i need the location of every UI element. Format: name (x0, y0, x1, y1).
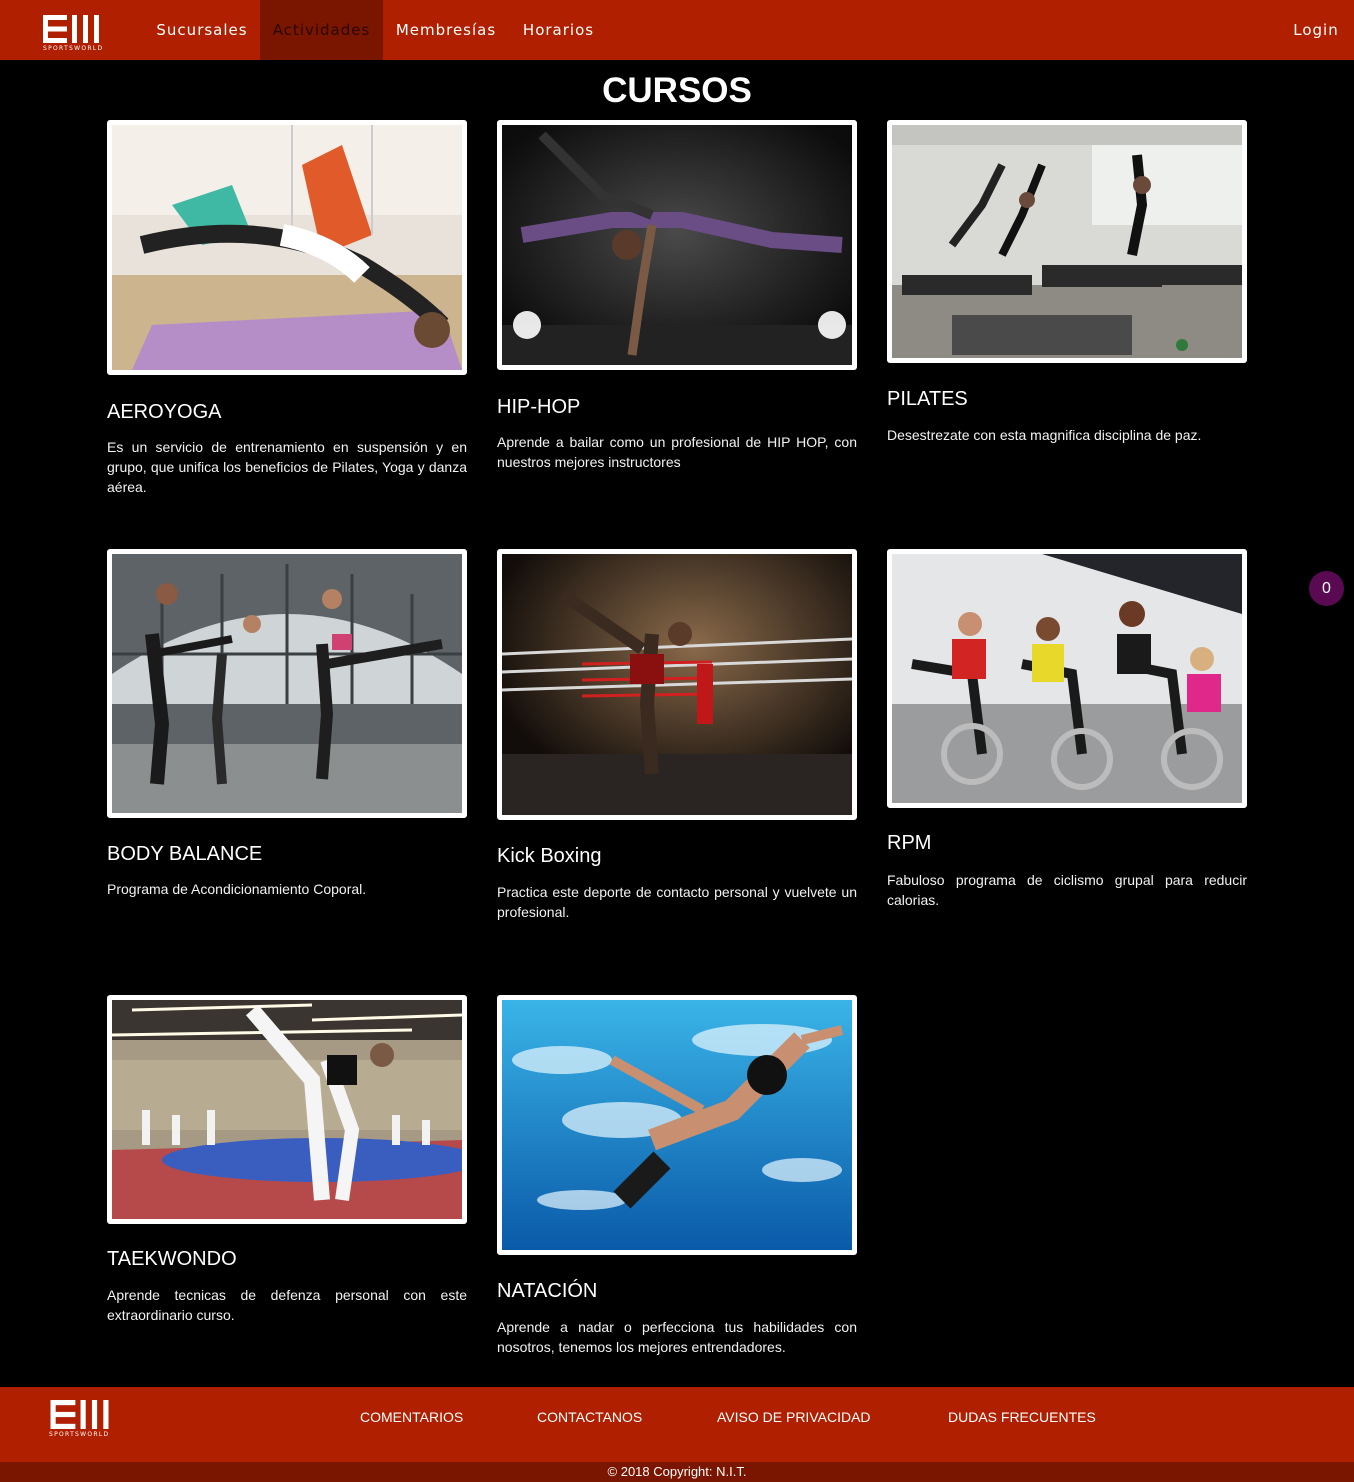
copyright: © 2018 Copyright: N.I.T. (0, 1462, 1354, 1482)
top-navbar: SPORTSWORLD Sucursales Actividades Membr… (0, 0, 1354, 60)
nav-item-horarios[interactable]: Horarios (509, 0, 608, 60)
logo-tagline: SPORTSWORLD (43, 45, 104, 52)
footer-link-comentarios[interactable]: COMENTARIOS (360, 1409, 463, 1425)
footer-link-dudas-frecuentes[interactable]: DUDAS FRECUENTES (948, 1409, 1096, 1425)
course-description: Aprende a nadar o perfecciona tus habili… (497, 1319, 857, 1355)
course-title: HIP-HOP (497, 396, 581, 418)
course-image-aeroyoga (107, 120, 467, 375)
course-image-rpm (887, 549, 1247, 808)
logo-tagline: SPORTSWORLD (49, 1431, 110, 1438)
logo-icon (43, 15, 99, 43)
course-image-natacion (497, 995, 857, 1255)
course-title: PILATES (887, 388, 968, 410)
course-title: AEROYOGA (107, 401, 222, 423)
course-card-taekwondo: TAEKWONDO Aprende tecnicas de defenza pe… (107, 995, 467, 1323)
course-title: Kick Boxing (497, 845, 602, 867)
course-description: Desestrezate con esta magnifica discipli… (887, 427, 1202, 443)
course-card-hip-hop: HIP-HOP Aprende a bailar como un profesi… (497, 120, 857, 470)
page-title: CURSOS (602, 71, 752, 110)
course-title: TAEKWONDO (107, 1248, 237, 1270)
footer-link-contactanos[interactable]: CONTACTANOS (537, 1409, 642, 1425)
login-link[interactable]: Login (1281, 0, 1351, 60)
course-card-natacion: NATACIÓN Aprende a nadar o perfecciona t… (497, 995, 857, 1355)
course-card-body-balance: BODY BALANCE Programa de Acondicionamien… (107, 549, 467, 897)
course-description: Aprende tecnicas de defenza personal con… (107, 1287, 467, 1323)
course-title: NATACIÓN (497, 1280, 598, 1302)
course-card-rpm: RPM Fabuloso programa de ciclismo grupal… (887, 549, 1247, 908)
course-image-taekwondo (107, 995, 467, 1224)
course-image-kick-boxing (497, 549, 857, 820)
nav-item-actividades[interactable]: Actividades (260, 0, 383, 60)
footer-link-aviso-de-privacidad[interactable]: AVISO DE PRIVACIDAD (717, 1409, 871, 1425)
course-card-pilates: PILATES Desestrezate con esta magnifica … (887, 120, 1247, 443)
nav-item-membresias[interactable]: Membresías (383, 0, 509, 60)
course-title: RPM (887, 832, 932, 854)
course-description: Aprende a bailar como un profesional de … (497, 434, 857, 470)
course-description: Programa de Acondicionamiento Coporal. (107, 881, 367, 897)
course-image-pilates (887, 120, 1247, 363)
sportsworld-logo[interactable]: SPORTSWORLD (43, 15, 104, 52)
course-description: Fabuloso programa de ciclismo grupal par… (887, 872, 1247, 908)
nav-item-sucursales[interactable]: Sucursales (144, 0, 260, 60)
course-image-body-balance (107, 549, 467, 818)
course-card-kick-boxing: Kick Boxing Practica este deporte de con… (497, 549, 857, 920)
course-description: Es un servicio de entrenamiento en suspe… (107, 439, 467, 495)
course-image-hip-hop (497, 120, 857, 370)
footer: SPORTSWORLD COMENTARIOS CONTACTANOS AVIS… (0, 1387, 1354, 1462)
footer-logo[interactable]: SPORTSWORLD (49, 1400, 111, 1440)
course-card-aeroyoga: AEROYOGA Es un servicio de entrenamiento… (107, 120, 467, 495)
floating-counter-badge[interactable]: 0 (1309, 571, 1344, 606)
course-title: BODY BALANCE (107, 843, 263, 865)
logo-icon (50, 1400, 109, 1429)
course-description: Practica este deporte de contacto person… (497, 884, 857, 920)
